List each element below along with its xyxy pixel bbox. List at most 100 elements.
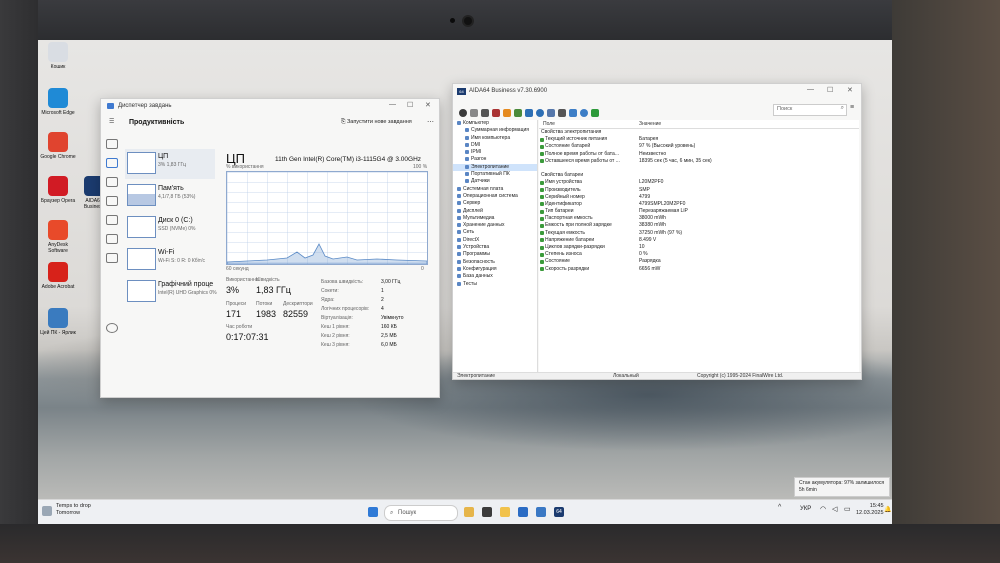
aida64-window[interactable]: 64 AIDA64 Business v7.30.6900 — ☐ ✕ Поис… <box>452 83 862 380</box>
data-row[interactable] <box>539 165 859 172</box>
column-value[interactable]: Значение <box>639 120 661 128</box>
tree-node[interactable]: Конфигурация <box>453 266 537 273</box>
processes-icon[interactable] <box>106 139 118 149</box>
column-field[interactable]: Поле <box>543 120 555 128</box>
resource-item[interactable]: Wi-Fi Wi-Fi S: 0 R: 0 Кбіт/с <box>125 245 215 275</box>
clock[interactable]: 15:45 12.03.2025 <box>856 503 884 517</box>
tree-node[interactable]: Операционная система <box>453 193 537 200</box>
data-row[interactable]: Имя устройства L20M2PF0 <box>539 179 859 186</box>
database-icon[interactable] <box>547 109 555 117</box>
taskview-icon[interactable] <box>482 507 492 517</box>
data-row[interactable]: Оставшееся время работы от ... 18395 сек … <box>539 158 859 165</box>
battery-notification[interactable]: Стан акумулятора: 97% залишилося 5h 6min <box>794 477 890 497</box>
disk-benchmark-icon[interactable] <box>536 109 544 117</box>
maximize-icon[interactable]: ☐ <box>407 101 413 109</box>
tree-node[interactable]: Имя компьютера <box>453 135 537 142</box>
search-input[interactable]: Поиск ⌕ <box>773 104 847 116</box>
data-row[interactable]: Состояние батарей 97 % (Высокий уровень) <box>539 143 859 150</box>
tree-node[interactable]: Компьютер <box>453 120 537 127</box>
tree-node[interactable]: DMI <box>453 142 537 149</box>
battery-icon[interactable]: ▭ <box>844 505 851 513</box>
desktop-icon[interactable]: Цей ПК - Ярлик <box>40 308 76 336</box>
desktop-icon[interactable]: Google Chrome <box>40 132 76 160</box>
task-manager-window[interactable]: Диспетчер завдань — ☐ ✕ ☰ Продуктивність… <box>100 98 440 398</box>
app-history-icon[interactable] <box>106 177 118 187</box>
desktop-icon[interactable]: AnyDesk Software <box>40 220 76 254</box>
cache-icon[interactable] <box>525 109 533 117</box>
desktop-icon[interactable]: Браузер Opera <box>40 176 76 204</box>
performance-icon[interactable] <box>106 158 118 168</box>
services-icon[interactable] <box>106 253 118 263</box>
more-options-icon[interactable]: ⋯ <box>427 118 434 126</box>
resource-item[interactable]: Пам'ять 4,1/7,8 ГБ (53%) <box>125 181 215 211</box>
tree-node[interactable]: Дисплей <box>453 208 537 215</box>
tree-node[interactable]: Суммарная информация <box>453 127 537 134</box>
wifi-icon[interactable]: ◠ <box>820 505 826 513</box>
desktop-icon[interactable]: Microsoft Edge <box>40 88 76 116</box>
info-icon[interactable] <box>580 109 588 117</box>
task-manager-taskbar-icon[interactable] <box>536 507 546 517</box>
tree-node[interactable]: Разгон <box>453 156 537 163</box>
tree-node[interactable]: IPMI <box>453 149 537 156</box>
monitor-icon[interactable] <box>558 109 566 117</box>
tree-node[interactable]: Мультимедиа <box>453 215 537 222</box>
details-icon[interactable] <box>106 234 118 244</box>
widgets-icon[interactable] <box>464 507 474 517</box>
cpuid-icon[interactable] <box>514 109 522 117</box>
users-icon[interactable] <box>106 215 118 225</box>
tree-node[interactable]: Сеть <box>453 229 537 236</box>
check-icon[interactable] <box>591 109 599 117</box>
weather-icon[interactable] <box>42 506 52 516</box>
data-row[interactable]: Производитель SMP <box>539 187 859 194</box>
data-row[interactable]: Циклов зарядки-разрядки 10 <box>539 244 859 251</box>
tree-node[interactable]: Электропитание <box>453 163 537 172</box>
data-row[interactable]: Серийный номер 4799 <box>539 194 859 201</box>
minimize-icon[interactable]: — <box>807 86 814 93</box>
memory-icon[interactable] <box>481 109 489 117</box>
weather-widget[interactable]: Temps to drop Tomorrow <box>56 503 91 517</box>
data-row[interactable]: Емкость при полной зарядке 38380 mWh <box>539 222 859 229</box>
hamburger-menu-icon[interactable]: ≡ <box>850 104 854 111</box>
close-icon[interactable]: ✕ <box>425 101 431 109</box>
data-row[interactable]: Идентификатор 4799SMPL20M2PF0 <box>539 201 859 208</box>
report-icon[interactable] <box>492 109 500 117</box>
tree-node[interactable]: Безопасность <box>453 259 537 266</box>
tree-node[interactable]: База данных <box>453 273 537 280</box>
file-explorer-icon[interactable] <box>500 507 510 517</box>
desktop-icon[interactable]: Кошик <box>40 42 76 70</box>
tree-node[interactable]: Сервер <box>453 200 537 207</box>
refresh-icon[interactable] <box>459 109 467 117</box>
tree-node[interactable]: Устройства <box>453 244 537 251</box>
tree-node[interactable]: Портативный ПК <box>453 171 537 178</box>
network-icon[interactable] <box>569 109 577 117</box>
settings-gear-icon[interactable] <box>106 323 118 333</box>
data-row[interactable]: Скорость разрядки 6656 mW <box>539 266 859 273</box>
language-indicator[interactable]: УКР <box>800 506 811 512</box>
tree-node[interactable]: DirectX <box>453 237 537 244</box>
tree-node[interactable]: Программы <box>453 251 537 258</box>
notification-bell-icon[interactable]: 🔔 <box>884 506 891 513</box>
aida64-taskbar-icon[interactable]: 64 <box>554 507 564 517</box>
data-row[interactable]: Степень износа 0 % <box>539 251 859 258</box>
microsoft-store-icon[interactable] <box>518 507 528 517</box>
resource-item[interactable]: Диск 0 (C:) SSD (NVMe) 0% <box>125 213 215 243</box>
startup-apps-icon[interactable] <box>106 196 118 206</box>
desktop-icon[interactable]: Adobe Acrobat <box>40 262 76 290</box>
group-header-row[interactable]: Свойства батареи <box>539 172 859 179</box>
resource-item[interactable]: ЦП 3% 1,83 ГГц <box>125 149 215 179</box>
data-row[interactable]: Тип батареи Перезаряжаемая LiP <box>539 208 859 215</box>
taskbar-search[interactable]: ⌕ Пошук <box>384 505 458 521</box>
volume-icon[interactable]: ◁ <box>832 505 837 513</box>
fire-icon[interactable] <box>503 109 511 117</box>
tray-overflow-icon[interactable]: ^ <box>778 504 781 511</box>
data-row[interactable]: Напряжение батареи 8.499 V <box>539 237 859 244</box>
data-row[interactable]: Текущая емкость 37250 mWh (97 %) <box>539 230 859 237</box>
resource-item[interactable]: Графічний проце Intel(R) UHD Graphics 0% <box>125 277 217 307</box>
tree-node[interactable]: Датчики <box>453 178 537 185</box>
tree-node[interactable]: Хранение данных <box>453 222 537 229</box>
maximize-icon[interactable]: ☐ <box>827 86 833 94</box>
motherboard-icon[interactable] <box>470 109 478 117</box>
tree-node[interactable]: Системная плата <box>453 186 537 193</box>
start-icon[interactable] <box>368 507 378 517</box>
run-new-task-button[interactable]: ⎘ Запустити нове завдання <box>341 119 412 126</box>
